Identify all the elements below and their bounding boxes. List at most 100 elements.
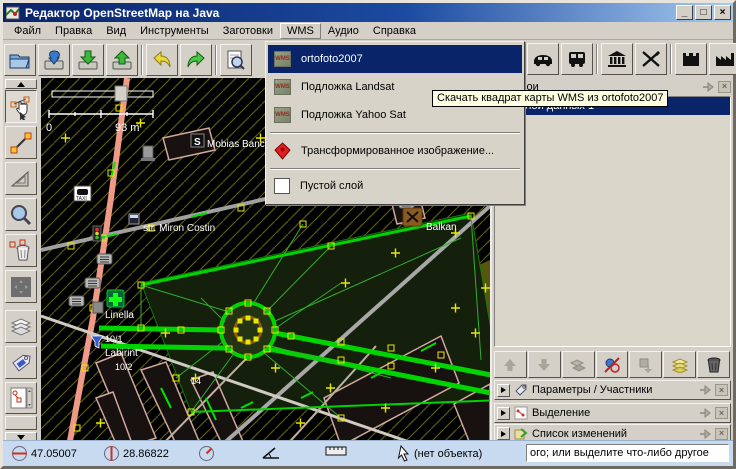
layer-up-button[interactable]: [494, 351, 527, 378]
layer-duplicate-button[interactable]: [663, 351, 697, 378]
castle-preset-button[interactable]: [675, 43, 707, 75]
close-button[interactable]: ×: [714, 5, 731, 20]
conflicts-dialog-button[interactable]: [5, 382, 37, 414]
open-folder-icon: [9, 54, 30, 68]
panel-close-icon[interactable]: ×: [718, 80, 731, 93]
menu-item-label: Подложка Yahoo Sat: [301, 109, 406, 121]
minimize-button[interactable]: _: [676, 5, 693, 20]
layers-dialog-button[interactable]: [5, 310, 37, 343]
wms-menu-item-rectified[interactable]: Трансформированное изображение...: [268, 137, 522, 165]
preferences-button[interactable]: [220, 43, 252, 76]
pan-tool-button[interactable]: [5, 270, 37, 303]
save-button[interactable]: [72, 43, 104, 76]
bus-preset-button[interactable]: [561, 43, 593, 75]
house-number-1: 10/1: [105, 334, 123, 344]
layer-activate-button[interactable]: [561, 351, 595, 378]
house-number-14: 14: [191, 376, 201, 386]
window-title: Редактор OpenStreetMap на Java: [25, 5, 220, 20]
menu-item-label: Подложка Landsat: [301, 81, 395, 93]
expand-changeset-button[interactable]: [497, 427, 510, 440]
wms-layer-icon: WMS: [274, 107, 291, 123]
tools-scroll-up[interactable]: [5, 79, 37, 89]
measure-icon: [10, 170, 29, 186]
help-text-field: ого; или выделите что-либо другое: [526, 444, 729, 462]
redo-icon: [187, 50, 205, 67]
menu-view[interactable]: Вид: [99, 23, 133, 39]
partial-tool-button[interactable]: [5, 416, 37, 430]
street-label: str. Miron Costin: [143, 223, 215, 234]
layer-merge-button[interactable]: [629, 351, 663, 378]
svg-text:S: S: [194, 137, 201, 148]
changeset-icon: [514, 427, 528, 439]
heading-icon: [199, 446, 214, 461]
menu-item-label: Трансформированное изображение...: [301, 145, 495, 157]
restaurant-icon: [642, 51, 660, 67]
menu-file[interactable]: Файл: [7, 23, 48, 39]
app-window: Редактор OpenStreetMap на Java _ □ × Фай…: [0, 0, 736, 469]
undo-icon: [153, 50, 171, 67]
panel-close-icon[interactable]: ×: [715, 384, 728, 396]
menu-edit[interactable]: Правка: [48, 23, 99, 39]
expand-properties-button[interactable]: [497, 383, 510, 397]
wms-menu-item-ortofoto2007[interactable]: WMS ortofoto2007: [268, 45, 522, 73]
app-icon: [6, 6, 20, 19]
properties-panel-bar[interactable]: Параметры / Участники ×: [494, 380, 731, 400]
maximize-button[interactable]: □: [695, 5, 712, 20]
taxi-icon: TAXI: [73, 185, 92, 202]
museum-preset-button[interactable]: [601, 43, 633, 75]
scale-start-label: 0: [46, 122, 52, 134]
restaurant-preset-button[interactable]: [635, 43, 667, 75]
expand-icon: [501, 387, 506, 393]
layers-panel: Слои × Слой данных 1: [490, 78, 733, 443]
house-number-2: 10/2: [115, 362, 133, 372]
menu-audio[interactable]: Аудио: [321, 23, 366, 39]
undo-button[interactable]: [146, 43, 178, 76]
pin-icon[interactable]: [702, 81, 715, 93]
select-tool-icon: [10, 96, 30, 120]
restaurant-poi-icon: [402, 207, 423, 227]
tags-dialog-button[interactable]: [5, 346, 37, 379]
select-tool-button[interactable]: [5, 90, 37, 123]
zoom-tool-button[interactable]: [5, 198, 37, 231]
expand-selection-button[interactable]: [497, 406, 510, 420]
changeset-panel-title: Список изменений: [532, 427, 628, 440]
draw-node-tool-button[interactable]: [5, 126, 37, 159]
pin-icon[interactable]: [699, 428, 712, 440]
panel-close-icon[interactable]: ×: [715, 407, 728, 419]
selection-panel-bar[interactable]: Выделение ×: [494, 403, 731, 423]
menu-help[interactable]: Справка: [366, 23, 423, 39]
pin-icon[interactable]: [699, 407, 712, 419]
layer-list[interactable]: Слой данных 1: [494, 96, 731, 347]
properties-panel-title: Параметры / Участники: [532, 384, 653, 396]
layer-down-button[interactable]: [527, 351, 561, 378]
factory-preset-button[interactable]: [709, 43, 736, 75]
layer-stack-icon: [671, 357, 688, 373]
open-button[interactable]: [4, 43, 36, 76]
delete-icon: [9, 239, 30, 260]
car-icon: [534, 55, 552, 67]
menu-wms[interactable]: WMS: [279, 22, 321, 39]
down-arrow-icon: [17, 434, 25, 440]
menu-separator: [270, 168, 520, 170]
menu-presets[interactable]: Заготовки: [216, 23, 280, 39]
menu-tools[interactable]: Инструменты: [133, 23, 216, 39]
title-bar[interactable]: Редактор OpenStreetMap на Java _ □ ×: [3, 3, 733, 22]
cursor-icon: [397, 445, 410, 462]
wms-menu-item-blank[interactable]: Пустой слой: [268, 173, 522, 199]
redo-button[interactable]: [180, 43, 212, 76]
download-button[interactable]: [38, 43, 70, 76]
upload-button[interactable]: [106, 43, 138, 76]
toolbar-separator: [215, 44, 217, 75]
layer-visibility-button[interactable]: [595, 351, 629, 378]
panel-close-icon[interactable]: ×: [715, 427, 728, 440]
eye-slash-icon: [604, 356, 620, 373]
menu-bar: Файл Правка Вид Инструменты Заготовки WM…: [3, 22, 733, 40]
delete-tool-button[interactable]: [5, 234, 37, 267]
pin-icon[interactable]: [699, 384, 712, 396]
selection-icon: [514, 406, 528, 420]
shop-icon: [92, 301, 104, 314]
car-preset-button[interactable]: [527, 43, 559, 75]
layer-delete-button[interactable]: [697, 351, 731, 378]
wms-layer-icon: WMS: [274, 51, 291, 67]
measure-tool-button[interactable]: [5, 162, 37, 195]
